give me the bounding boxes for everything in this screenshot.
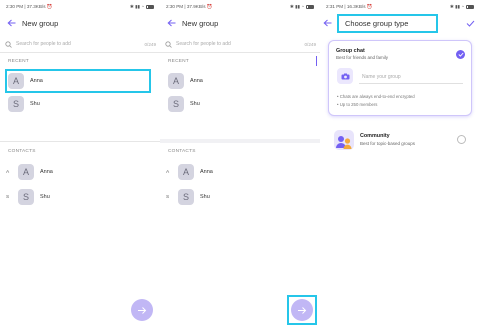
contact-name: Shu	[200, 194, 210, 200]
member-counter: 0/249	[144, 41, 157, 47]
option-subtitle: Best for topic-based groups	[360, 141, 416, 146]
section-recent: RECENT	[168, 59, 189, 64]
member-counter: 0/249	[304, 41, 317, 47]
search-icon	[4, 40, 12, 48]
divider	[160, 52, 320, 53]
recent-row-shu[interactable]: S Shu	[160, 93, 320, 115]
back-arrow-icon[interactable]	[0, 12, 22, 34]
input-underline	[359, 83, 463, 84]
status-icons: ✱ ▮▮ ◔	[130, 3, 144, 9]
contact-name: Shu	[40, 194, 50, 200]
contact-name: Anna	[40, 169, 53, 175]
avatar: S	[18, 189, 34, 205]
section-recent: RECENT	[8, 59, 29, 64]
confirm-button[interactable]	[464, 15, 476, 31]
status-time: 2:31 PM | 16.3KB/s ⏰	[326, 3, 373, 9]
contact-name: Shu	[30, 101, 40, 107]
radio-unselected-icon[interactable]	[457, 135, 466, 144]
highlight-box	[337, 14, 438, 33]
app-bar: New group	[0, 12, 160, 34]
recent-row-anna[interactable]: A Anna	[160, 70, 320, 92]
status-icons: ✱ ▮▮ ◔	[290, 3, 304, 9]
page-title: New group	[182, 18, 219, 28]
back-arrow-icon[interactable]	[320, 12, 334, 34]
radio-selected-icon[interactable]	[456, 50, 465, 59]
community-avatar-icon	[334, 130, 354, 150]
section-contacts: CONTACTS	[8, 149, 36, 154]
section-contacts: CONTACTS	[168, 149, 196, 154]
status-bar: 2:30 PM | 37.9KB/s ⏰ ✱ ▮▮ ◔	[166, 3, 314, 10]
search-input[interactable]: Search for people to add	[176, 41, 305, 47]
avatar: A	[18, 164, 34, 180]
group-name-input[interactable]: Name your group	[362, 74, 401, 80]
status-icons: ✱ ▮▮ ◔	[450, 3, 464, 9]
contact-row-shu[interactable]: S S Shu	[0, 186, 160, 208]
option-title: Community	[360, 133, 390, 139]
search-input[interactable]: Search for people to add	[16, 41, 145, 47]
feature-bullet: • Chats are always end-to-end encrypted	[337, 94, 415, 99]
contact-name: Anna	[190, 78, 203, 84]
search-bar[interactable]: Search for people to add 0/249	[4, 38, 156, 50]
back-arrow-icon[interactable]	[160, 12, 182, 34]
status-bar: 2:31 PM | 16.3KB/s ⏰ ✱ ▮▮ ◔	[326, 3, 474, 10]
recent-row-shu[interactable]: S Shu	[0, 93, 160, 115]
contact-name: Shu	[190, 101, 200, 107]
status-time: 2:30 PM | 37.9KB/s ⏰	[166, 3, 213, 9]
avatar: S	[168, 96, 184, 112]
alpha-index: A	[6, 169, 10, 175]
alpha-index: S	[6, 194, 10, 200]
app-bar: New group	[160, 12, 320, 34]
screen-new-group-2: 2:30 PM | 37.9KB/s ⏰ ✱ ▮▮ ◔ New group Se…	[160, 0, 320, 327]
screen-new-group-1: 2:30 PM | 37.3KB/s ⏰ ✱ ▮▮ ◔ New group Se…	[0, 0, 160, 327]
alpha-index: S	[166, 194, 170, 200]
highlight-box	[287, 295, 317, 325]
arrow-right-icon	[138, 306, 147, 314]
contact-row-shu[interactable]: S S Shu	[160, 186, 320, 208]
battery-icon	[306, 4, 314, 9]
search-bar[interactable]: Search for people to add 0/249	[164, 38, 316, 50]
option-subtitle: Best for friends and family	[336, 55, 389, 60]
avatar: S	[178, 189, 194, 205]
status-bar: 2:30 PM | 37.3KB/s ⏰ ✱ ▮▮ ◔	[6, 3, 154, 10]
divider	[0, 52, 160, 53]
highlight-box	[5, 69, 151, 93]
avatar: A	[168, 73, 184, 89]
option-title: Group chat	[336, 48, 365, 54]
camera-icon[interactable]	[337, 68, 353, 84]
scroll-indicator	[316, 56, 317, 66]
section-gap	[160, 139, 320, 143]
status-time: 2:30 PM | 37.3KB/s ⏰	[6, 3, 53, 9]
page-title: New group	[22, 18, 59, 28]
avatar: S	[8, 96, 24, 112]
contact-row-anna[interactable]: A A Anna	[160, 161, 320, 183]
divider	[0, 141, 160, 142]
search-icon	[164, 40, 172, 48]
battery-icon	[146, 4, 154, 9]
contact-row-anna[interactable]: A A Anna	[0, 161, 160, 183]
group-chat-option[interactable]: Group chat Best for friends and family N…	[328, 40, 472, 116]
next-button[interactable]	[131, 299, 153, 321]
contact-name: Anna	[200, 169, 213, 175]
avatar: A	[178, 164, 194, 180]
checkmark-icon	[466, 20, 474, 27]
alpha-index: A	[166, 169, 170, 175]
feature-bullet: • Up to 250 members	[337, 102, 378, 107]
battery-icon	[466, 4, 474, 9]
screen-choose-group-type: 2:31 PM | 16.3KB/s ⏰ ✱ ▮▮ ◔ Choose group…	[320, 0, 480, 327]
